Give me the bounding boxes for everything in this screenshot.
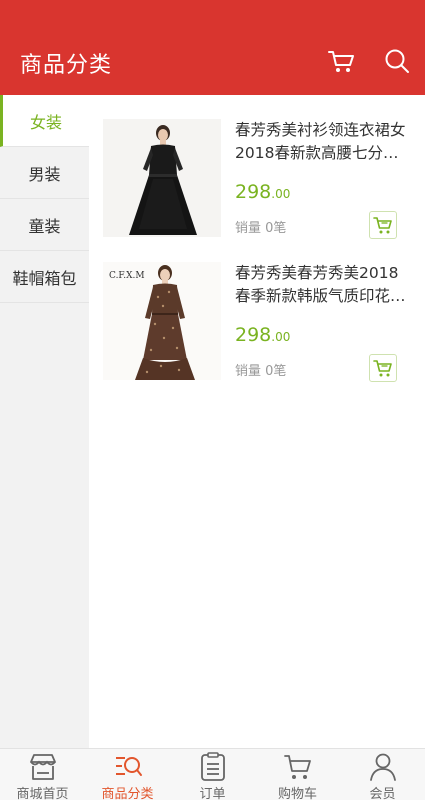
sidebar-item-label: 童装 [28, 216, 61, 236]
product-name[interactable]: 春芳秀美衬衫领连衣裙女2018春新款高腰七分袖蕾丝裙 [235, 119, 409, 165]
tab-cart[interactable]: 购物车 [255, 749, 340, 800]
bottom-tabbar: 商城首页 商品分类 订单 购物车 会员 [0, 748, 425, 800]
sidebar-item-label: 男装 [28, 164, 61, 184]
member-icon [370, 753, 396, 781]
product-sales: 销量 0笔 [235, 364, 287, 379]
product-image[interactable]: C.F.X.M [103, 262, 221, 380]
cart-icon [284, 755, 311, 779]
product-image[interactable] [103, 119, 221, 237]
sidebar-item-men[interactable]: 男装 [0, 147, 89, 199]
store-icon [30, 754, 56, 780]
product-sales: 销量 0笔 [235, 221, 287, 236]
tab-category[interactable]: 商品分类 [85, 749, 170, 800]
sidebar-item-kids[interactable]: 童装 [0, 199, 89, 251]
add-to-cart-button[interactable] [369, 354, 397, 382]
page-title: 商品分类 [20, 53, 113, 78]
order-icon [201, 752, 225, 781]
tab-label: 购物车 [277, 787, 317, 800]
search-icon[interactable] [382, 46, 412, 76]
cart-icon [373, 360, 392, 377]
product-price: 298.00 [235, 324, 290, 346]
tab-home[interactable]: 商城首页 [0, 749, 85, 800]
product-card[interactable]: C.F.X.M 春芳秀美春芳秀美2018春季新款韩版气质印花连衣裙 [89, 238, 425, 382]
product-name[interactable]: 春芳秀美春芳秀美2018春季新款韩版气质印花连衣裙 [235, 262, 409, 308]
price-integer: 298 [235, 181, 272, 203]
product-list: 春芳秀美衬衫领连衣裙女2018春新款高腰七分袖蕾丝裙 298.00 销量 0笔 … [89, 95, 425, 748]
tab-orders[interactable]: 订单 [170, 749, 255, 800]
cart-icon [373, 217, 392, 234]
cart-icon[interactable] [326, 46, 356, 76]
category-search-icon [116, 757, 142, 776]
category-sidebar: 女装 男装 童装 鞋帽箱包 [0, 95, 89, 748]
tab-label: 商城首页 [16, 787, 69, 800]
add-to-cart-button[interactable] [369, 211, 397, 239]
product-price: 298.00 [235, 181, 290, 203]
sidebar-item-label: 女装 [29, 112, 62, 132]
brand-mark: C.F.X.M [109, 271, 145, 281]
sidebar-item-shoes-bags[interactable]: 鞋帽箱包 [0, 251, 89, 303]
tab-label: 商品分类 [101, 787, 154, 800]
app-header: 商品分类 [0, 0, 425, 95]
price-decimal: .00 [271, 187, 291, 201]
tab-label: 订单 [199, 787, 226, 800]
floral-dress-image: C.F.X.M [103, 262, 221, 380]
tab-member[interactable]: 会员 [340, 749, 425, 800]
tab-label: 会员 [369, 787, 396, 800]
sidebar-item-label: 鞋帽箱包 [12, 268, 77, 288]
product-card[interactable]: 春芳秀美衬衫领连衣裙女2018春新款高腰七分袖蕾丝裙 298.00 销量 0笔 [89, 95, 425, 239]
price-integer: 298 [235, 324, 272, 346]
price-decimal: .00 [271, 330, 291, 344]
sidebar-item-women[interactable]: 女装 [0, 95, 89, 147]
black-lace-dress-image [103, 119, 221, 237]
